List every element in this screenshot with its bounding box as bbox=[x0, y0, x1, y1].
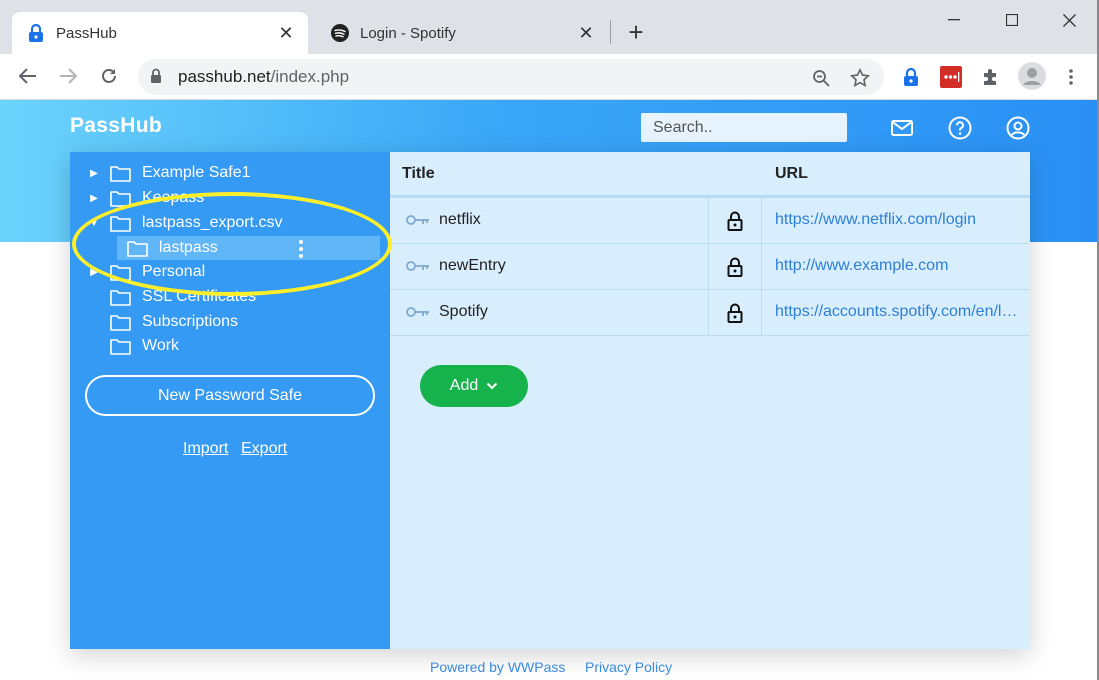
table-row[interactable]: Spotify https://accounts.spotify.com/en/… bbox=[390, 290, 1030, 336]
close-icon[interactable]: ✕ bbox=[274, 21, 298, 45]
lock-icon[interactable] bbox=[708, 290, 762, 335]
folder-icon bbox=[110, 313, 132, 331]
folder-icon bbox=[127, 239, 149, 257]
export-link[interactable]: Export bbox=[241, 440, 287, 458]
url-text: passhub.net/index.php bbox=[178, 67, 349, 87]
item-url-link[interactable]: https://accounts.spotify.com/en/login bbox=[775, 303, 1023, 321]
extensions-puzzle-icon[interactable] bbox=[979, 65, 1003, 89]
tab-spotify[interactable]: Login - Spotify ✕ bbox=[316, 12, 608, 54]
item-url-link[interactable]: https://www.netflix.com/login bbox=[775, 211, 1023, 229]
safe-example-safe1[interactable]: ▶ Example Safe1 bbox=[88, 161, 251, 185]
key-icon bbox=[406, 305, 430, 323]
safe-work[interactable]: Work bbox=[100, 334, 179, 358]
tab-bar: PassHub ✕ Login - Spotify ✕ + bbox=[0, 0, 1099, 54]
safe-label: Keepass bbox=[142, 189, 205, 206]
item-title[interactable]: netflix bbox=[439, 211, 481, 229]
safe-subscriptions[interactable]: Subscriptions bbox=[100, 310, 238, 334]
back-icon[interactable] bbox=[13, 61, 43, 91]
menu-kebab-icon[interactable] bbox=[1059, 65, 1083, 89]
folder-lastpass[interactable]: lastpass bbox=[117, 236, 380, 260]
expand-arrow-icon[interactable]: ▶ bbox=[88, 267, 100, 278]
safe-label: Example Safe1 bbox=[142, 164, 251, 181]
add-button[interactable]: Add bbox=[420, 365, 528, 407]
minimize-icon[interactable] bbox=[934, 6, 974, 34]
mail-icon[interactable] bbox=[890, 116, 914, 140]
privacy-policy-link[interactable]: Privacy Policy bbox=[585, 659, 672, 675]
spotify-icon bbox=[330, 23, 350, 43]
tab-title: PassHub bbox=[56, 24, 117, 42]
table-row[interactable]: netflix https://www.netflix.com/login bbox=[390, 198, 1030, 244]
new-password-safe-button[interactable]: New Password Safe bbox=[85, 375, 375, 416]
key-icon bbox=[406, 259, 430, 277]
safe-label: lastpass_export.csv bbox=[142, 214, 283, 231]
help-icon[interactable] bbox=[948, 116, 972, 140]
folder-menu-icon[interactable] bbox=[298, 240, 304, 258]
star-icon[interactable] bbox=[849, 67, 871, 89]
folder-icon bbox=[110, 337, 132, 355]
window-close-icon[interactable] bbox=[1049, 6, 1089, 34]
safe-personal[interactable]: ▶ Personal bbox=[88, 260, 205, 284]
lock-icon[interactable] bbox=[708, 244, 762, 289]
safe-keepass[interactable]: ▶ Keepass bbox=[88, 186, 204, 210]
account-icon[interactable] bbox=[1006, 116, 1030, 140]
address-bar[interactable]: passhub.net/index.php bbox=[138, 59, 884, 95]
tab-title: Login - Spotify bbox=[360, 24, 456, 42]
safe-label: Work bbox=[142, 337, 180, 354]
tab-separator bbox=[610, 20, 611, 44]
url-path: /index.php bbox=[270, 67, 350, 86]
item-title[interactable]: Spotify bbox=[439, 303, 488, 321]
expand-arrow-icon[interactable]: ▶ bbox=[88, 168, 100, 179]
powered-by-link[interactable]: Powered by WWPass bbox=[430, 659, 565, 675]
item-url-link[interactable]: http://www.example.com bbox=[775, 257, 1023, 275]
folder-icon bbox=[110, 288, 132, 306]
safe-ssl-certificates[interactable]: SSL Certificates bbox=[100, 285, 256, 309]
url-host: passhub.net bbox=[178, 67, 271, 86]
browser-toolbar: passhub.net/index.php bbox=[0, 54, 1099, 100]
tab-passhub[interactable]: PassHub ✕ bbox=[12, 12, 308, 54]
item-title[interactable]: newEntry bbox=[439, 257, 506, 275]
column-header-url[interactable]: URL bbox=[775, 152, 808, 195]
add-label: Add bbox=[449, 377, 479, 394]
expand-arrow-icon[interactable]: ▶ bbox=[88, 193, 100, 204]
chevron-down-icon bbox=[486, 377, 498, 395]
safe-label: SSL Certificates bbox=[142, 288, 257, 305]
folder-icon bbox=[110, 214, 132, 232]
passhub-extension-icon[interactable] bbox=[899, 65, 923, 89]
column-header-title[interactable]: Title bbox=[402, 152, 435, 195]
key-icon bbox=[406, 213, 430, 231]
search-input[interactable] bbox=[641, 113, 847, 142]
lastpass-extension-icon[interactable] bbox=[939, 65, 963, 89]
new-tab-button[interactable]: + bbox=[622, 17, 650, 47]
close-icon[interactable]: ✕ bbox=[574, 21, 598, 45]
folder-icon bbox=[110, 164, 132, 182]
folder-icon bbox=[110, 189, 132, 207]
safe-label: Subscriptions bbox=[142, 313, 239, 330]
reload-icon[interactable] bbox=[94, 61, 124, 91]
import-link[interactable]: Import bbox=[183, 440, 228, 458]
lock-icon[interactable] bbox=[150, 68, 162, 89]
safe-label: Personal bbox=[142, 263, 206, 280]
folder-label: lastpass bbox=[159, 239, 218, 256]
forward-icon[interactable] bbox=[53, 61, 83, 91]
maximize-icon[interactable] bbox=[992, 6, 1032, 34]
passhub-lock-icon bbox=[26, 23, 46, 43]
profile-avatar-icon[interactable] bbox=[1017, 61, 1047, 91]
passhub-logo[interactable]: PassHub bbox=[70, 114, 162, 138]
zoom-icon[interactable] bbox=[810, 67, 832, 89]
lock-icon[interactable] bbox=[708, 198, 762, 243]
collapse-arrow-icon[interactable]: ▼ bbox=[88, 218, 100, 229]
safe-lastpass-export[interactable]: ▼ lastpass_export.csv bbox=[88, 211, 283, 235]
folder-icon bbox=[110, 263, 132, 281]
table-row[interactable]: newEntry http://www.example.com bbox=[390, 244, 1030, 290]
